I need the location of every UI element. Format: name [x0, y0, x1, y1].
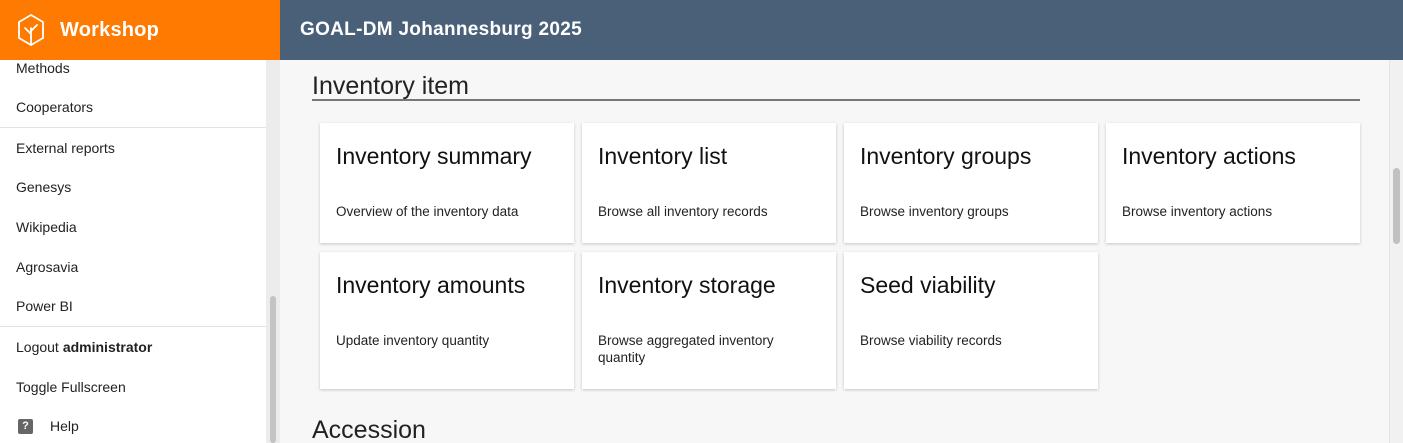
sidebar-item-external-reports[interactable]: External reports: [0, 128, 266, 168]
main-scrollbar[interactable]: [1389, 60, 1403, 443]
sidebar-item-label: Agrosavia: [16, 258, 79, 275]
main-content: Inventory item Inventory summary Overvie…: [280, 60, 1389, 443]
sidebar-item-label: Genesys: [16, 179, 72, 196]
sidebar-item-label: Toggle Fullscreen: [16, 378, 126, 395]
card-description: Browse inventory actions: [1122, 204, 1273, 219]
card-description: Update inventory quantity: [336, 333, 490, 348]
sidebar: Methods Cooperators External reports Gen…: [0, 60, 266, 443]
card-description: Browse all inventory records: [598, 204, 768, 219]
sidebar-item-logout[interactable]: Logout administrator: [0, 327, 266, 367]
card-description: Browse aggregated inventory quantity: [598, 333, 774, 365]
sidebar-item-label: Logout: [16, 338, 59, 355]
card-inventory-storage[interactable]: Inventory storage Browse aggregated inve…: [582, 252, 836, 389]
sidebar-item-label: Power BI: [16, 298, 73, 315]
card-inventory-list[interactable]: Inventory list Browse all inventory reco…: [582, 123, 836, 243]
card-title: Seed viability: [860, 272, 996, 298]
sidebar-scrollbar-thumb[interactable]: [270, 296, 276, 443]
seed-logo-icon: [18, 14, 44, 46]
sidebar-item-cooperators[interactable]: Cooperators: [0, 87, 266, 127]
top-bar: GOAL-DM Johannesburg 2025: [280, 0, 1403, 60]
sidebar-item-genesys[interactable]: Genesys: [0, 167, 266, 207]
card-title: Inventory amounts: [336, 272, 526, 298]
section-title: Inventory item: [312, 72, 470, 100]
card-title: Inventory actions: [1122, 143, 1296, 169]
sidebar-item-label: Wikipedia: [16, 218, 77, 235]
page-title: GOAL-DM Johannesburg 2025: [300, 19, 582, 40]
sidebar-item-toggle-fullscreen[interactable]: Toggle Fullscreen: [0, 367, 266, 407]
section-title-accession: Accession: [312, 416, 426, 443]
sidebar-item-agrosavia[interactable]: Agrosavia: [0, 247, 266, 287]
card-inventory-groups[interactable]: Inventory groups Browse inventory groups: [844, 123, 1098, 243]
app-name: Workshop: [60, 18, 160, 41]
card-description: Overview of the inventory data: [336, 204, 519, 219]
card-inventory-actions[interactable]: Inventory actions Browse inventory actio…: [1106, 123, 1360, 243]
help-icon: ?: [18, 418, 33, 434]
sidebar-item-label: External reports: [16, 139, 115, 156]
card-title: Inventory summary: [336, 143, 532, 169]
card-title: Inventory storage: [598, 272, 776, 298]
sidebar-item-methods[interactable]: Methods: [0, 60, 266, 87]
brand-header[interactable]: Workshop: [0, 0, 280, 60]
sidebar-item-label: Methods: [16, 60, 70, 76]
sidebar-item-help[interactable]: ? Help: [0, 407, 266, 443]
card-title: Inventory groups: [860, 143, 1032, 169]
card-description: Browse inventory groups: [860, 204, 1009, 219]
card-title: Inventory list: [598, 143, 728, 169]
card-seed-viability[interactable]: Seed viability Browse viability records: [844, 252, 1098, 389]
sidebar-item-label: Cooperators: [16, 98, 94, 115]
card-inventory-summary[interactable]: Inventory summary Overview of the invent…: [320, 123, 574, 243]
sidebar-item-wikipedia[interactable]: Wikipedia: [0, 207, 266, 247]
card-description: Browse viability records: [860, 333, 1002, 348]
sidebar-item-label: Help: [50, 418, 79, 435]
card-inventory-amounts[interactable]: Inventory amounts Update inventory quant…: [320, 252, 574, 389]
logged-in-user: administrator: [62, 338, 153, 355]
main-scrollbar-thumb[interactable]: [1393, 168, 1400, 244]
section-divider: [312, 99, 1360, 101]
sidebar-item-power-bi[interactable]: Power BI: [0, 286, 266, 326]
